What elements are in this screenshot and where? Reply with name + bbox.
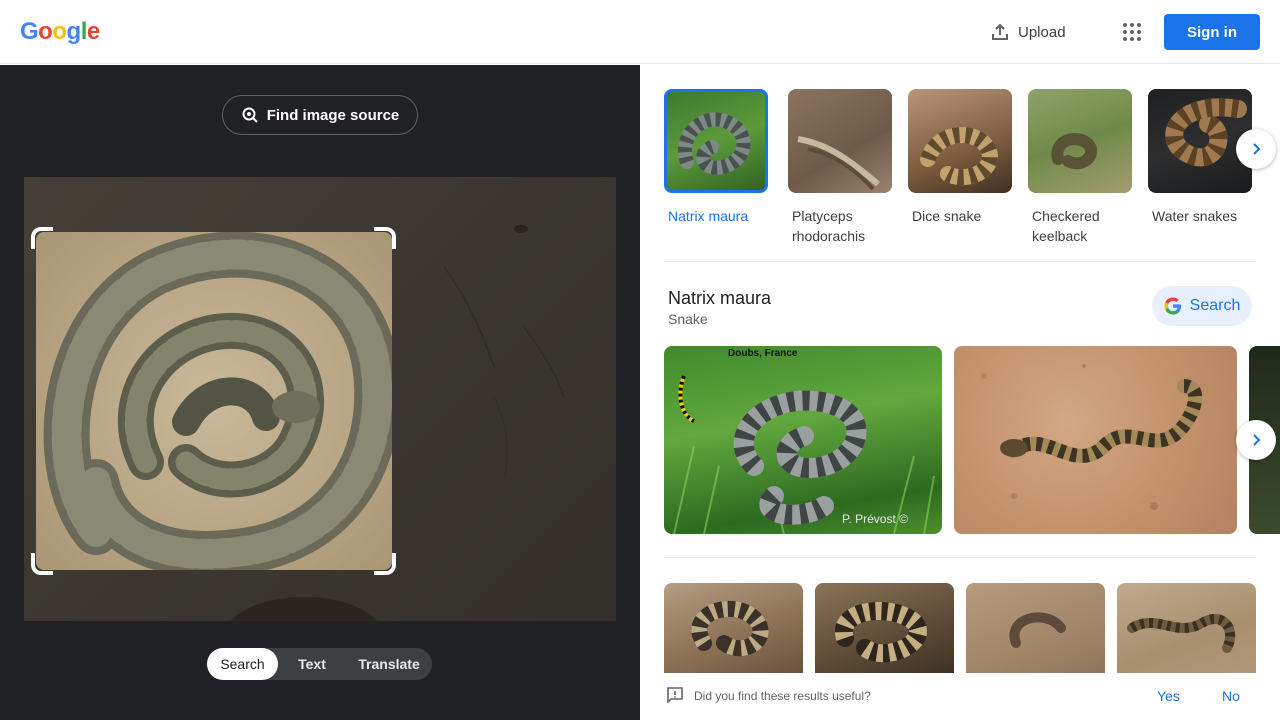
upload-icon — [992, 23, 1008, 40]
logo-letter: o — [52, 18, 67, 45]
feedback-icon — [667, 687, 683, 703]
lens-mode-tabs: Search Text Translate — [207, 648, 432, 680]
apps-grid-icon[interactable] — [1118, 18, 1146, 46]
crop-handle-bottom-left[interactable] — [31, 553, 53, 575]
entity-chip[interactable]: Water snakes — [1148, 89, 1252, 226]
image-watermark: P. Prévost © — [842, 512, 908, 526]
feedback-no-button[interactable]: No — [1222, 688, 1240, 704]
crop-handle-bottom-right[interactable] — [374, 553, 396, 575]
crop-selection[interactable] — [36, 232, 392, 570]
result-image[interactable] — [1117, 583, 1256, 673]
chevron-right-icon — [1253, 434, 1261, 446]
result-image[interactable]: Doubs, France P. Prévost © — [664, 346, 942, 534]
chevron-right-icon — [1253, 143, 1261, 155]
lens-image-panel: Find image source Search Text Translate — [0, 65, 640, 720]
upload-label: Upload — [1018, 23, 1066, 41]
chip-thumbnail — [1028, 89, 1132, 193]
entity-chip[interactable]: Natrix maura — [664, 89, 768, 226]
top-bar: Google Upload Sign in — [0, 0, 1280, 64]
crop-handle-top-left[interactable] — [31, 227, 53, 249]
chip-label: Platyceps rhodorachis — [792, 208, 866, 244]
chips-next-button[interactable] — [1236, 129, 1276, 169]
chip-label: Water snakes — [1152, 208, 1238, 224]
google-g-icon — [1164, 297, 1181, 315]
feedback-question: Did you find these results useful? — [694, 689, 871, 703]
upload-button[interactable]: Upload — [990, 18, 1066, 46]
logo-letter: g — [66, 18, 82, 45]
entity-subtitle: Snake — [668, 311, 708, 327]
crop-handle-top-right[interactable] — [374, 227, 396, 249]
entity-title: Natrix maura — [668, 288, 772, 308]
chip-thumbnail — [664, 89, 768, 193]
logo-letter: G — [20, 18, 39, 45]
images-next-button[interactable] — [1236, 420, 1276, 460]
lens-search-icon — [242, 107, 258, 123]
divider — [664, 557, 1256, 558]
logo-letter: o — [38, 18, 53, 45]
entity-chip[interactable]: Dice snake — [908, 89, 1012, 226]
chip-label: Natrix maura — [668, 208, 749, 224]
entity-search-button[interactable]: Search — [1152, 286, 1252, 326]
feedback-bar: Did you find these results useful? Yes N… — [640, 675, 1280, 720]
result-image[interactable] — [966, 583, 1105, 673]
feedback-yes-button[interactable]: Yes — [1157, 688, 1180, 704]
google-logo[interactable]: Google — [20, 18, 100, 46]
chip-thumbnail — [788, 89, 892, 193]
chip-label: Checkered keelback — [1032, 208, 1100, 244]
result-image[interactable] — [664, 583, 803, 673]
entity-search-label: Search — [1189, 297, 1241, 314]
find-image-source-label: Find image source — [266, 106, 400, 124]
related-entities-row: Natrix maura Platyceps rhodorachis Dice … — [664, 89, 1264, 249]
sign-in-button[interactable]: Sign in — [1164, 14, 1260, 50]
divider — [664, 261, 1256, 262]
result-image[interactable] — [954, 346, 1237, 534]
entity-chip[interactable]: Checkered keelback — [1028, 89, 1132, 246]
tab-text[interactable]: Text — [278, 648, 346, 680]
tab-search[interactable]: Search — [207, 648, 278, 680]
results-panel: Natrix maura Platyceps rhodorachis Dice … — [640, 65, 1280, 720]
entity-chip[interactable]: Platyceps rhodorachis — [788, 89, 892, 246]
logo-letter: e — [86, 18, 100, 45]
image-watermark: Doubs, France — [728, 348, 798, 359]
tab-translate[interactable]: Translate — [346, 648, 432, 680]
chip-thumbnail — [908, 89, 1012, 193]
find-image-source-button[interactable]: Find image source — [222, 95, 418, 135]
result-image[interactable] — [815, 583, 954, 673]
chip-label: Dice snake — [912, 208, 982, 224]
